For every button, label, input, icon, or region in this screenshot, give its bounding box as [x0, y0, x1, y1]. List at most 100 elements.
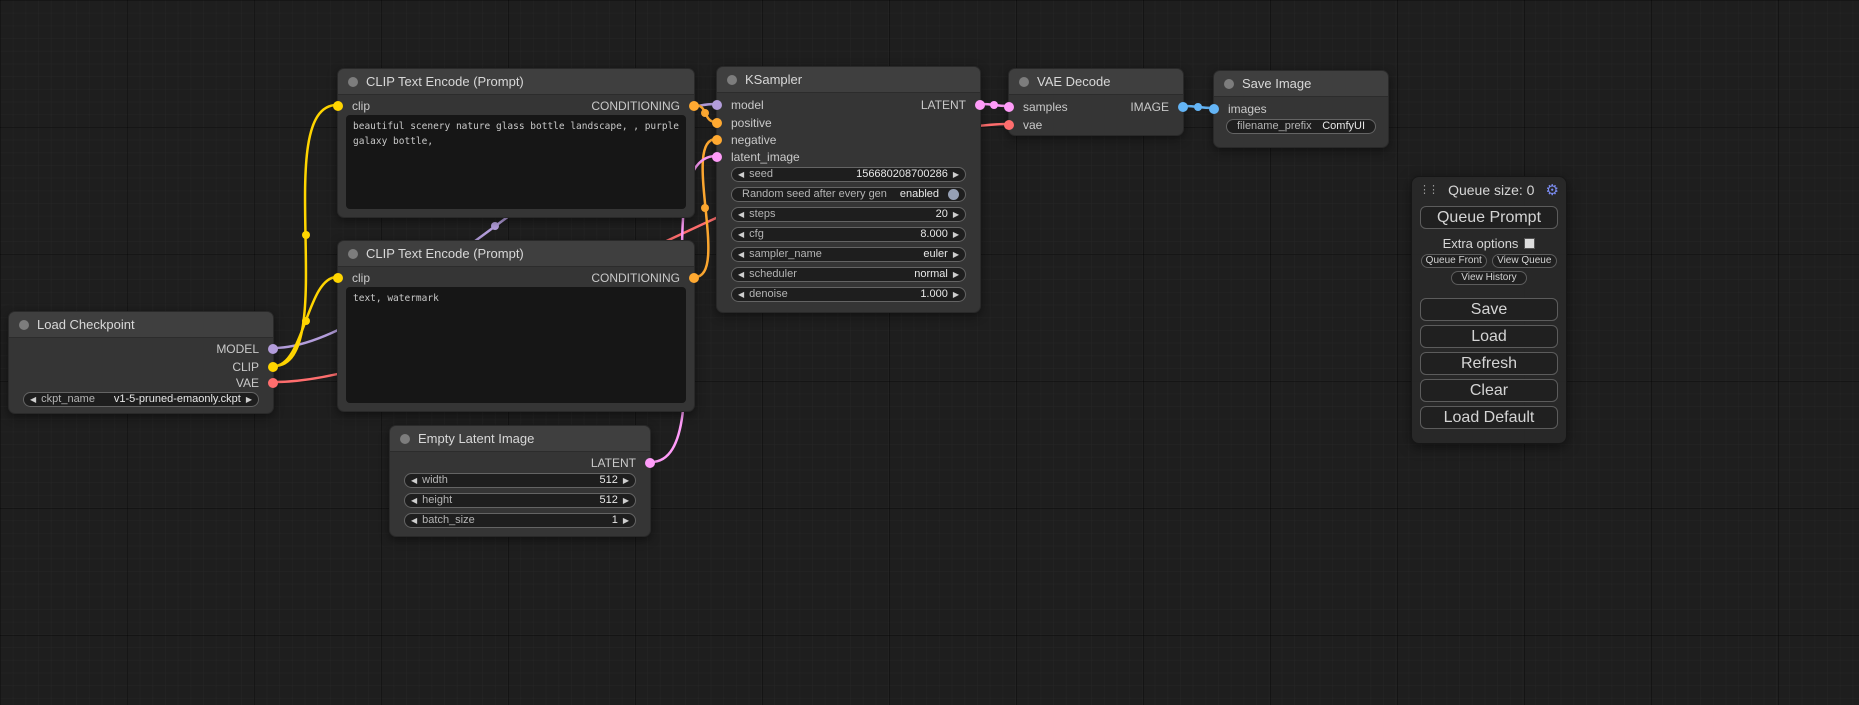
input-slot-images[interactable]: images [1214, 101, 1388, 117]
decrement-arrow-icon[interactable]: ◀ [738, 288, 744, 301]
queue-prompt-button[interactable]: Queue Prompt [1420, 206, 1558, 229]
decrement-arrow-icon[interactable]: ◀ [30, 393, 36, 406]
output-slot-latent[interactable]: LATENT [717, 97, 980, 113]
node-save-image[interactable]: Save Image images filename_prefix ComfyU… [1213, 70, 1389, 148]
collapse-icon[interactable] [348, 249, 358, 259]
refresh-button[interactable]: Refresh [1420, 352, 1558, 375]
increment-arrow-icon[interactable]: ▶ [953, 228, 959, 241]
clear-button[interactable]: Clear [1420, 379, 1558, 402]
vae-output-dot[interactable] [268, 378, 278, 388]
node-graph-canvas[interactable]: Load Checkpoint MODEL CLIP VAE ◀ ckpt_na… [0, 0, 1859, 705]
increment-arrow-icon[interactable]: ▶ [623, 474, 629, 487]
vae-input-dot[interactable] [1004, 120, 1014, 130]
node-clip-text-encode-negative[interactable]: CLIP Text Encode (Prompt) clip CONDITION… [337, 240, 695, 412]
height-widget[interactable]: ◀ height 512 ▶ [404, 493, 636, 508]
decrement-arrow-icon[interactable]: ◀ [738, 208, 744, 221]
node-title-bar[interactable]: Load Checkpoint [9, 312, 273, 338]
increment-arrow-icon[interactable]: ▶ [953, 168, 959, 181]
queue-panel[interactable]: ⋮⋮ Queue size: 0 ⚙ Queue Prompt Extra op… [1411, 176, 1567, 444]
slot-label: vae [1023, 118, 1042, 132]
collapse-icon[interactable] [727, 75, 737, 85]
node-load-checkpoint[interactable]: Load Checkpoint MODEL CLIP VAE ◀ ckpt_na… [8, 311, 274, 414]
output-slot-latent[interactable]: LATENT [390, 455, 650, 471]
conditioning-output-dot[interactable] [689, 273, 699, 283]
decrement-arrow-icon[interactable]: ◀ [738, 248, 744, 261]
positive-input-dot[interactable] [712, 118, 722, 128]
collapse-icon[interactable] [400, 434, 410, 444]
output-slot-image[interactable]: IMAGE [1009, 99, 1183, 115]
extra-options-checkbox[interactable] [1524, 238, 1535, 249]
decrement-arrow-icon[interactable]: ◀ [738, 228, 744, 241]
increment-arrow-icon[interactable]: ▶ [623, 494, 629, 507]
drag-handle-icon[interactable]: ⋮⋮ [1419, 183, 1437, 196]
widget-value: enabled [900, 188, 939, 201]
node-empty-latent-image[interactable]: Empty Latent Image LATENT ◀ width 512 ▶ … [389, 425, 651, 537]
save-button[interactable]: Save [1420, 298, 1558, 321]
node-title-bar[interactable]: Empty Latent Image [390, 426, 650, 452]
toggle-knob[interactable] [948, 189, 959, 200]
batch-size-widget[interactable]: ◀ batch_size 1 ▶ [404, 513, 636, 528]
increment-arrow-icon[interactable]: ▶ [953, 248, 959, 261]
collapse-icon[interactable] [1019, 77, 1029, 87]
node-title-bar[interactable]: CLIP Text Encode (Prompt) [338, 69, 694, 95]
output-slot-clip[interactable]: CLIP [9, 359, 273, 375]
view-queue-button[interactable]: View Queue [1492, 254, 1558, 268]
decrement-arrow-icon[interactable]: ◀ [738, 168, 744, 181]
input-slot-latent-image[interactable]: latent_image [717, 149, 980, 165]
node-ksampler[interactable]: KSampler model LATENT positive negative … [716, 66, 981, 313]
decrement-arrow-icon[interactable]: ◀ [411, 514, 417, 527]
node-title-bar[interactable]: KSampler [717, 67, 980, 93]
latent-output-dot[interactable] [975, 100, 985, 110]
output-slot-conditioning[interactable]: CONDITIONING [338, 270, 694, 286]
node-title-bar[interactable]: Save Image [1214, 71, 1388, 97]
width-widget[interactable]: ◀ width 512 ▶ [404, 473, 636, 488]
ckpt-name-widget[interactable]: ◀ ckpt_name v1-5-pruned-emaonly.ckpt ▶ [23, 392, 259, 407]
denoise-widget[interactable]: ◀ denoise 1.000 ▶ [731, 287, 966, 302]
input-slot-vae[interactable]: vae [1009, 117, 1183, 133]
widget-label: width [422, 474, 448, 487]
output-slot-vae[interactable]: VAE [9, 375, 273, 391]
collapse-icon[interactable] [1224, 79, 1234, 89]
input-slot-positive[interactable]: positive [717, 115, 980, 131]
images-input-dot[interactable] [1209, 104, 1219, 114]
input-slot-negative[interactable]: negative [717, 132, 980, 148]
image-output-dot[interactable] [1178, 102, 1188, 112]
node-vae-decode[interactable]: VAE Decode samples IMAGE vae [1008, 68, 1184, 136]
random-seed-toggle-widget[interactable]: Random seed after every gen enabled [731, 187, 966, 202]
latent-image-input-dot[interactable] [712, 152, 722, 162]
scheduler-widget[interactable]: ◀ scheduler normal ▶ [731, 267, 966, 282]
collapse-icon[interactable] [348, 77, 358, 87]
steps-widget[interactable]: ◀ steps 20 ▶ [731, 207, 966, 222]
node-title-bar[interactable]: VAE Decode [1009, 69, 1183, 95]
load-button[interactable]: Load [1420, 325, 1558, 348]
output-slot-model[interactable]: MODEL [9, 341, 273, 357]
sampler-name-widget[interactable]: ◀ sampler_name euler ▶ [731, 247, 966, 262]
prompt-textarea[interactable]: beautiful scenery nature glass bottle la… [346, 115, 686, 209]
node-clip-text-encode-positive[interactable]: CLIP Text Encode (Prompt) clip CONDITION… [337, 68, 695, 218]
slot-label: LATENT [591, 456, 636, 470]
increment-arrow-icon[interactable]: ▶ [623, 514, 629, 527]
collapse-icon[interactable] [19, 320, 29, 330]
model-output-dot[interactable] [268, 344, 278, 354]
decrement-arrow-icon[interactable]: ◀ [411, 474, 417, 487]
queue-front-button[interactable]: Queue Front [1421, 254, 1487, 268]
cfg-widget[interactable]: ◀ cfg 8.000 ▶ [731, 227, 966, 242]
decrement-arrow-icon[interactable]: ◀ [411, 494, 417, 507]
prompt-textarea[interactable]: text, watermark [346, 287, 686, 403]
node-title-bar[interactable]: CLIP Text Encode (Prompt) [338, 241, 694, 267]
clip-output-dot[interactable] [268, 362, 278, 372]
output-slot-conditioning[interactable]: CONDITIONING [338, 98, 694, 114]
increment-arrow-icon[interactable]: ▶ [246, 393, 252, 406]
view-history-button[interactable]: View History [1451, 271, 1527, 285]
filename-prefix-widget[interactable]: filename_prefix ComfyUI [1226, 119, 1376, 134]
increment-arrow-icon[interactable]: ▶ [953, 208, 959, 221]
decrement-arrow-icon[interactable]: ◀ [738, 268, 744, 281]
negative-input-dot[interactable] [712, 135, 722, 145]
latent-output-dot[interactable] [645, 458, 655, 468]
load-default-button[interactable]: Load Default [1420, 406, 1558, 429]
increment-arrow-icon[interactable]: ▶ [953, 268, 959, 281]
settings-gear-icon[interactable]: ⚙ [1546, 181, 1559, 199]
conditioning-output-dot[interactable] [689, 101, 699, 111]
seed-widget[interactable]: ◀ seed 156680208700286 ▶ [731, 167, 966, 182]
increment-arrow-icon[interactable]: ▶ [953, 288, 959, 301]
